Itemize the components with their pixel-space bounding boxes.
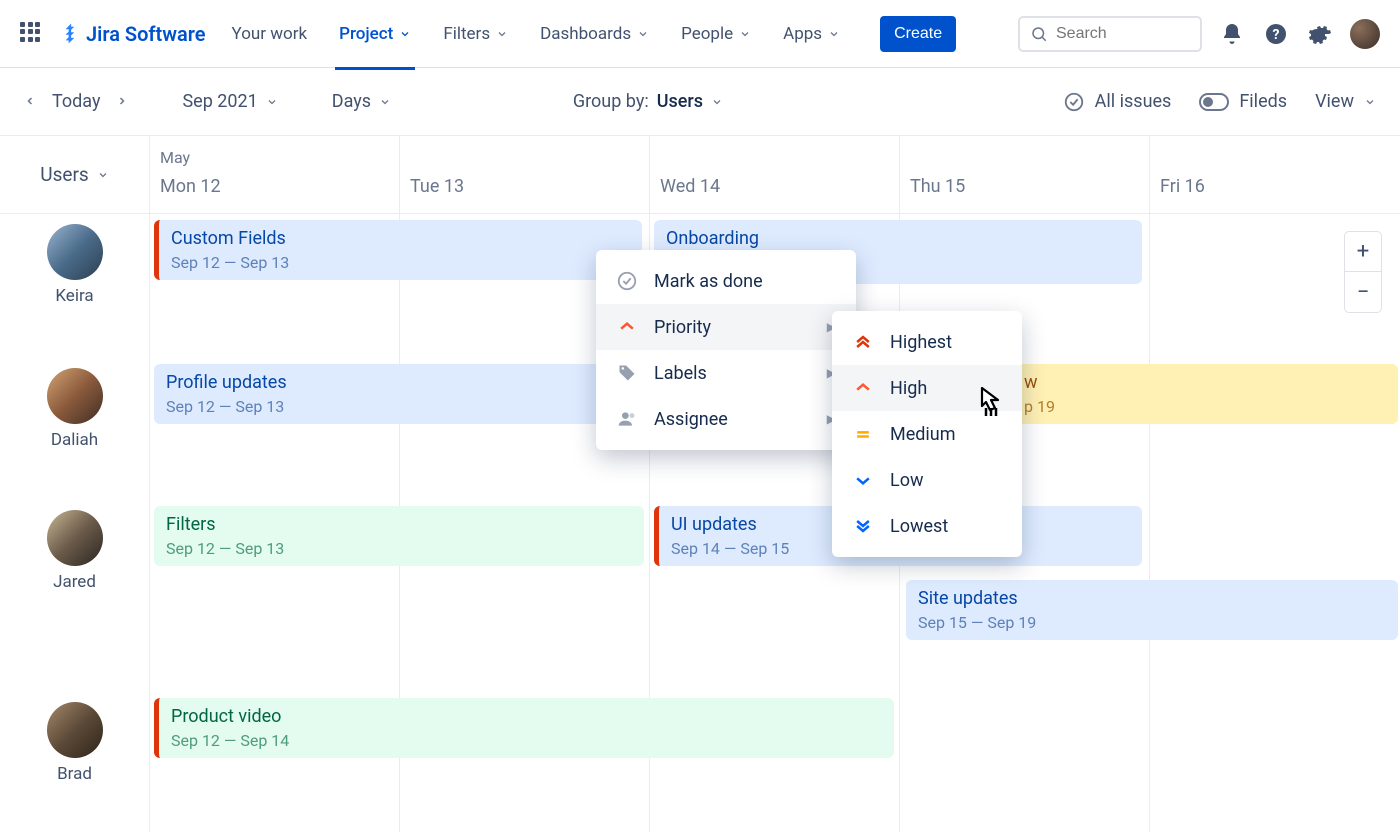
nav-people[interactable]: People	[669, 16, 763, 52]
task-card[interactable]: Product video Sep 12 — Sep 14	[154, 698, 894, 758]
check-circle-icon	[1063, 91, 1085, 113]
avatar[interactable]	[47, 224, 103, 280]
priority-submenu: Highest High Medium Low Lowest	[832, 311, 1022, 557]
nav-project[interactable]: Project	[327, 16, 423, 52]
nav-apps[interactable]: Apps	[771, 16, 852, 52]
granularity-selector[interactable]: Days	[332, 91, 391, 112]
task-card[interactable]: Filters Sep 12 — Sep 13	[154, 506, 644, 566]
nav-filters[interactable]: Filters	[431, 16, 520, 52]
nav-your-work[interactable]: Your work	[220, 16, 320, 52]
zoom-controls: + −	[1344, 231, 1382, 313]
nav-items: Your work Project Filters Dashboards Peo…	[220, 16, 853, 52]
priority-lowest[interactable]: Lowest	[832, 503, 1022, 549]
priority-icon	[616, 316, 638, 338]
logo-text: Jira Software	[86, 22, 206, 46]
prev-button[interactable]	[24, 92, 36, 111]
nav-dashboards[interactable]: Dashboards	[528, 16, 661, 52]
priority-low[interactable]: Low	[832, 457, 1022, 503]
tag-icon	[616, 362, 638, 384]
help-icon[interactable]: ?	[1262, 20, 1290, 48]
users-column-header[interactable]: Users	[0, 136, 149, 214]
priority-high[interactable]: High	[832, 365, 1022, 411]
avatar[interactable]	[47, 702, 103, 758]
view-selector[interactable]: View	[1315, 91, 1376, 112]
context-menu: Mark as done Priority ▶ Labels ▶ Assigne…	[596, 250, 856, 450]
zoom-out-button[interactable]: −	[1345, 272, 1381, 312]
settings-icon[interactable]	[1306, 20, 1334, 48]
menu-labels[interactable]: Labels ▶	[596, 350, 856, 396]
nav-right: ?	[1018, 16, 1380, 52]
zoom-in-button[interactable]: +	[1345, 232, 1381, 272]
user-name-label: Keira	[55, 286, 93, 306]
app-switcher-icon[interactable]	[20, 22, 44, 46]
user-icon	[616, 408, 638, 430]
user-row-jared: Jared Filters Sep 12 — Sep 13 UI updates…	[0, 500, 1400, 692]
search-icon	[1030, 25, 1048, 43]
day-label: Fri 16	[1160, 176, 1390, 197]
day-label: Wed 14	[660, 176, 889, 197]
priority-highest[interactable]: Highest	[832, 319, 1022, 365]
all-issues-filter[interactable]: All issues	[1063, 91, 1172, 113]
task-card[interactable]: Custom Fields Sep 12 — Sep 13	[154, 220, 642, 280]
priority-medium-icon	[852, 423, 874, 445]
calendar-header-row: May Mon 12 Tue 13 Wed 14 Thu 15 Fri 16	[150, 136, 1400, 214]
search-box[interactable]	[1018, 16, 1202, 52]
today-button[interactable]: Today	[52, 91, 100, 112]
toggle-icon	[1199, 93, 1229, 111]
day-label: Thu 15	[910, 176, 1139, 197]
day-label: Mon 12	[160, 176, 389, 197]
jira-logo[interactable]: Jira Software	[60, 22, 206, 46]
date-nav: Today	[24, 91, 128, 112]
search-input[interactable]	[1056, 25, 1186, 43]
user-name-label: Jared	[53, 572, 96, 592]
create-button[interactable]: Create	[880, 16, 956, 52]
period-selector[interactable]: Sep 2021	[182, 91, 277, 112]
fields-toggle[interactable]: Fileds	[1199, 91, 1287, 112]
check-circle-icon	[616, 270, 638, 292]
month-label: May	[160, 148, 389, 168]
profile-avatar[interactable]	[1350, 19, 1380, 49]
task-card[interactable]: Profile updates Sep 12 — Sep 13	[154, 364, 644, 424]
menu-assignee[interactable]: Assignee ▶	[596, 396, 856, 442]
day-label: Tue 13	[410, 176, 639, 197]
top-nav: Jira Software Your work Project Filters …	[0, 0, 1400, 68]
user-name-label: Brad	[57, 764, 92, 784]
avatar[interactable]	[47, 510, 103, 566]
priority-low-icon	[852, 469, 874, 491]
user-row-brad: Brad Product video Sep 12 — Sep 14	[0, 692, 1400, 832]
svg-text:?: ?	[1273, 27, 1280, 43]
next-button[interactable]	[116, 92, 128, 111]
priority-lowest-icon	[852, 515, 874, 537]
task-card[interactable]: w p 19	[1016, 364, 1398, 424]
notifications-icon[interactable]	[1218, 20, 1246, 48]
priority-high-icon	[852, 377, 874, 399]
group-by[interactable]: Group by: Users	[573, 91, 723, 112]
priority-highest-icon	[852, 331, 874, 353]
priority-medium[interactable]: Medium	[832, 411, 1022, 457]
menu-mark-done[interactable]: Mark as done	[596, 258, 856, 304]
calendar-toolbar: Today Sep 2021 Days Group by: Users All …	[0, 68, 1400, 136]
avatar[interactable]	[47, 368, 103, 424]
menu-priority[interactable]: Priority ▶	[596, 304, 856, 350]
calendar: Users May Mon 12 Tue 13 Wed 14 Thu 15 Fri…	[0, 136, 1400, 214]
task-card[interactable]: Site updates Sep 15 — Sep 19	[906, 580, 1398, 640]
user-name-label: Daliah	[51, 430, 98, 450]
